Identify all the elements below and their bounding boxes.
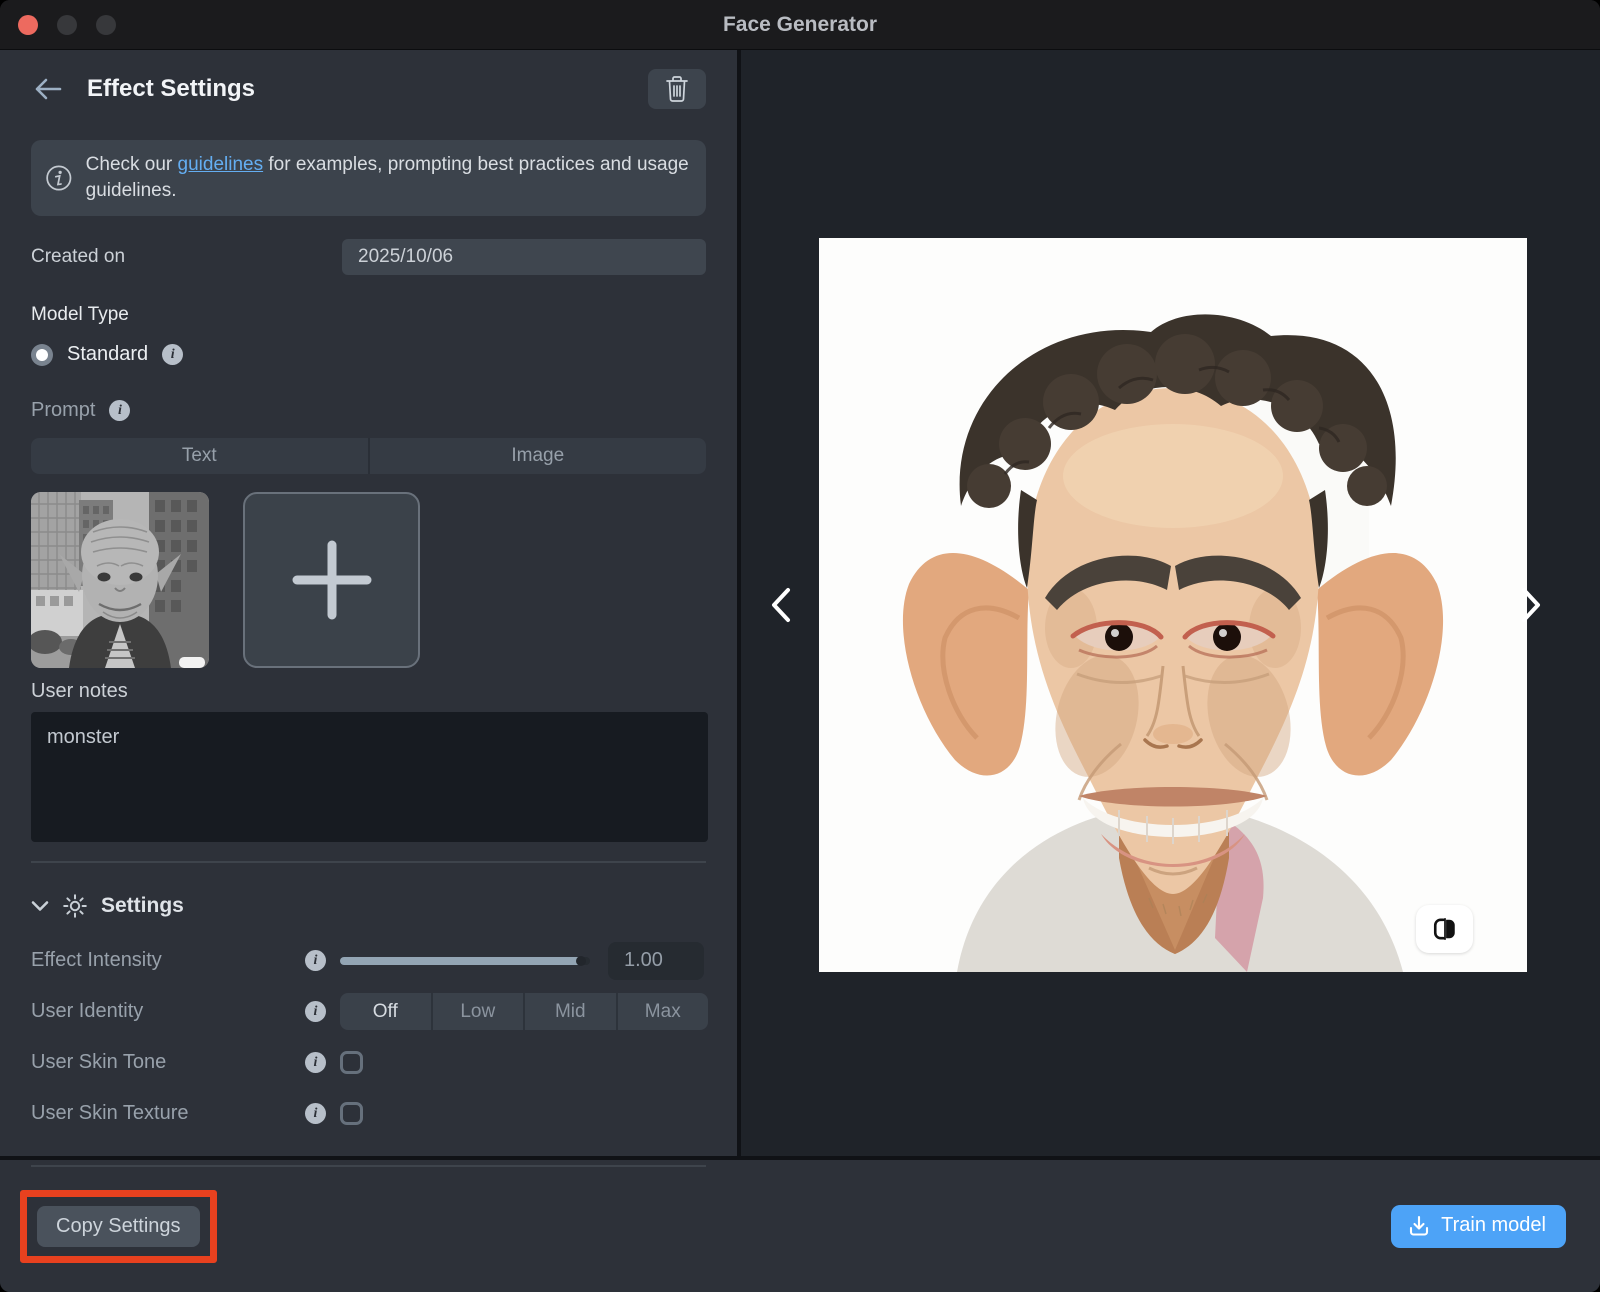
prompt-mode-tabs: Text Image [31,438,706,474]
plus-icon [289,537,375,623]
user-skin-texture-info-icon[interactable]: i [305,1103,326,1124]
compare-before-after-button[interactable] [1416,905,1473,953]
monster-photo-illustration [31,492,209,668]
effect-intensity-value[interactable]: 1.00 [608,942,704,980]
segment-low[interactable]: Low [431,993,524,1030]
user-skin-texture-checkbox[interactable] [340,1102,363,1125]
compare-icon [1432,916,1458,942]
segment-max[interactable]: Max [616,993,709,1030]
slider-thumb[interactable] [576,956,586,966]
app-window: Face Generator Effect Settings [0,0,1600,1292]
user-skin-tone-checkbox[interactable] [340,1051,363,1074]
standard-radio-label: Standard [67,343,148,366]
trash-icon [666,76,688,102]
created-on-input[interactable] [342,239,706,275]
download-icon [1407,1214,1431,1238]
tab-text[interactable]: Text [31,438,368,474]
guidelines-link[interactable]: guidelines [178,154,264,175]
created-on-label: Created on [31,246,125,268]
prompt-label: Prompt [31,399,95,422]
user-skin-tone-label: User Skin Tone [31,1051,305,1074]
effect-intensity-info-icon[interactable]: i [305,950,326,971]
minimize-window-button[interactable] [57,15,77,35]
copy-settings-button[interactable]: Copy Settings [37,1206,200,1247]
user-identity-label: User Identity [31,1000,305,1023]
chevron-down-icon [31,900,49,912]
guidelines-note-text: Check our guidelines for examples, promp… [86,152,690,204]
zoom-window-button[interactable] [96,15,116,35]
slider-fill [340,957,583,965]
model-type-label: Model Type [31,304,706,326]
window-title: Face Generator [723,13,877,37]
close-window-button[interactable] [18,15,38,35]
effect-intensity-label: Effect Intensity [31,949,305,972]
effect-intensity-slider[interactable] [340,957,590,965]
tab-image[interactable]: Image [368,438,707,474]
segment-mid[interactable]: Mid [523,993,616,1030]
title-bar: Face Generator [0,0,1600,50]
delete-effect-button[interactable] [648,69,706,109]
user-skin-texture-label: User Skin Texture [31,1102,305,1125]
preview-panel [741,50,1600,1156]
add-image-button[interactable] [243,492,420,668]
back-button[interactable] [31,72,65,106]
back-arrow-icon [33,77,63,101]
prompt-info-icon[interactable]: i [109,400,130,421]
guidelines-note: Check our guidelines for examples, promp… [31,140,706,216]
user-notes-label: User notes [31,680,706,703]
previous-image-button[interactable] [763,583,799,627]
user-identity-segmented-control: Off Low Mid Max [340,993,708,1030]
prompt-image-thumbnail[interactable] [31,492,209,668]
generated-face-image [819,238,1527,972]
settings-section-toggle[interactable]: Settings [31,893,706,919]
next-image-button[interactable] [1513,583,1549,627]
page-title: Effect Settings [87,75,255,103]
user-notes-textarea[interactable]: monster [31,712,708,842]
train-model-label: Train model [1441,1214,1546,1237]
footer-bar: Copy Settings Train model [0,1156,1600,1292]
train-model-button[interactable]: Train model [1391,1205,1566,1248]
chevron-left-icon [768,586,794,624]
section-divider [31,861,706,863]
model-type-info-icon[interactable]: i [162,344,183,365]
user-identity-info-icon[interactable]: i [305,1001,326,1022]
info-circle-icon [45,162,73,194]
generated-face-illustration [819,238,1527,972]
effect-settings-panel: Effect Settings Check our guidelines for… [0,50,741,1156]
settings-section-title: Settings [101,894,184,918]
standard-radio[interactable] [31,344,53,366]
bottom-divider [31,1165,706,1167]
annotation-highlight: Copy Settings [20,1190,217,1263]
window-controls [18,15,116,35]
chevron-right-icon [1518,586,1544,624]
gear-icon [62,893,88,919]
user-skin-tone-info-icon[interactable]: i [305,1052,326,1073]
segment-off[interactable]: Off [340,993,431,1030]
note-text-before: Check our [86,154,178,175]
